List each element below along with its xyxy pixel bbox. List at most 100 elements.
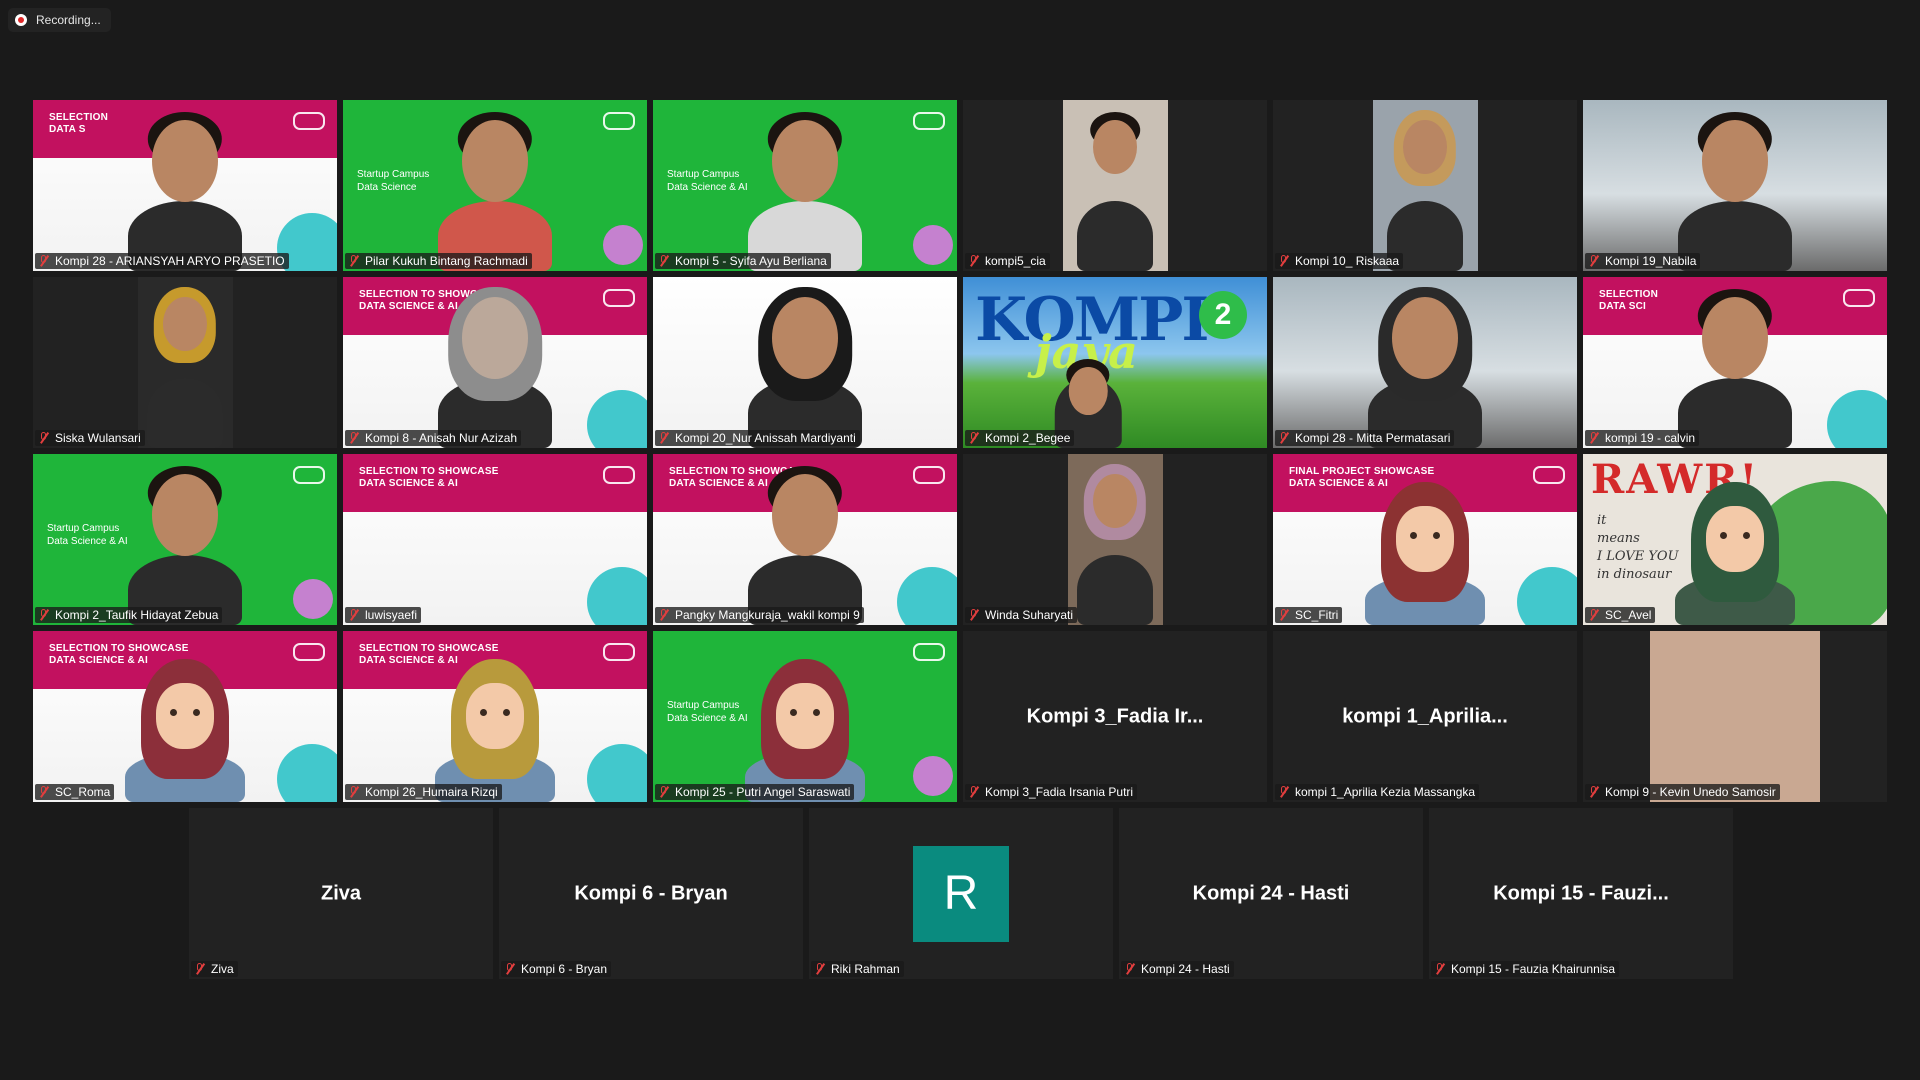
participant-name: SC_Avel bbox=[1605, 608, 1652, 622]
participant-tile[interactable]: Kompi 15 - Fauzi... Kompi 15 - Fauzia Kha… bbox=[1429, 808, 1733, 979]
decorative-blob bbox=[913, 756, 953, 796]
muted-mic-icon bbox=[657, 785, 671, 799]
startup-campus-logo bbox=[293, 466, 325, 484]
slide-text: Startup Campus Data Science & AI bbox=[47, 523, 128, 547]
slide-banner-text: SELECTION DATA SCI bbox=[1599, 289, 1659, 312]
startup-campus-logo bbox=[913, 643, 945, 661]
participant-name: Kompi 2_Begee bbox=[985, 431, 1071, 445]
participant-name-label: Kompi 19_Nabila bbox=[1585, 253, 1701, 269]
participant-tile[interactable]: Kompi 10_ Riskaaa bbox=[1273, 100, 1577, 271]
participant-tile[interactable]: Ziva Ziva bbox=[189, 808, 493, 979]
participant-tile[interactable]: SELECTION TO SHOWCASE DATA SCIENCE & AI S… bbox=[33, 631, 337, 802]
person-head bbox=[1403, 120, 1447, 175]
participant-tile[interactable]: SELECTION DATA SCI kompi 19 - calvin bbox=[1583, 277, 1887, 448]
participant-name: Kompi 5 - Syifa Ayu Berliana bbox=[675, 254, 827, 268]
participant-name: Kompi 25 - Putri Angel Saraswati bbox=[675, 785, 851, 799]
participant-tile[interactable]: Siska Wulansari bbox=[33, 277, 337, 448]
decorative-blob bbox=[293, 579, 333, 619]
avatar-eye-left bbox=[1720, 532, 1727, 539]
muted-mic-icon bbox=[503, 962, 517, 976]
participant-tile[interactable]: Kompi 28 - Mitta Permatasari bbox=[1273, 277, 1577, 448]
participant-tile[interactable]: Kompi 3_Fadia Ir... Kompi 3_Fadia Irsania… bbox=[963, 631, 1267, 802]
participant-name: Kompi 9 - Kevin Unedo Samosir bbox=[1605, 785, 1776, 799]
participant-tile[interactable]: FINAL PROJECT SHOWCASE DATA SCIENCE & AI… bbox=[1273, 454, 1577, 625]
participant-display-name: Kompi 6 - Bryan bbox=[574, 882, 728, 904]
memoji-avatar bbox=[1675, 454, 1795, 625]
participant-video-person bbox=[745, 100, 865, 271]
muted-mic-icon bbox=[1587, 785, 1601, 799]
participant-name: kompi 19 - calvin bbox=[1605, 431, 1696, 445]
slide-text: Startup Campus Data Science & AI bbox=[667, 700, 748, 724]
participant-name-label: Kompi 28 - Mitta Permatasari bbox=[1275, 430, 1455, 446]
participant-tile[interactable]: SELECTION DATA S Kompi 28 - ARIANSYAH ARY… bbox=[33, 100, 337, 271]
participant-display-name: Ziva bbox=[320, 882, 362, 904]
recording-label: Recording... bbox=[36, 13, 101, 27]
participant-tile[interactable]: Kompi 9 - Kevin Unedo Samosir bbox=[1583, 631, 1887, 802]
person-body bbox=[147, 378, 223, 448]
background-note: it means I LOVE YOU in dinosaur bbox=[1597, 513, 1679, 582]
person-head bbox=[1392, 297, 1458, 379]
avatar-face bbox=[1706, 506, 1764, 572]
muted-mic-icon bbox=[657, 431, 671, 445]
startup-campus-logo bbox=[603, 112, 635, 130]
avatar-eye-right bbox=[813, 709, 820, 716]
participant-tile[interactable]: Startup Campus Data Science & AI Kompi 5 … bbox=[653, 100, 957, 271]
participant-tile[interactable]: SELECTION TO SHOWCASE DATA SCIENCE & AIK… bbox=[343, 631, 647, 802]
participant-video-person bbox=[1075, 100, 1155, 271]
participant-name: Kompi 24 - Hasti bbox=[1141, 962, 1230, 976]
participant-tile[interactable]: kompi5_cia bbox=[963, 100, 1267, 271]
participant-name-label: Kompi 9 - Kevin Unedo Samosir bbox=[1585, 784, 1780, 800]
muted-mic-icon bbox=[37, 254, 51, 268]
participant-name-label: luwisyaefi bbox=[345, 607, 422, 623]
participant-name-label: Kompi 28 - ARIANSYAH ARYO PRASETIO bbox=[35, 253, 289, 269]
memoji-avatar bbox=[1365, 454, 1485, 625]
participant-tile[interactable]: SELECTION TO SHOWCASE DATA SCIENCE & AI P… bbox=[653, 454, 957, 625]
participant-tile[interactable]: Kompi 24 - Hasti Kompi 24 - Hasti bbox=[1119, 808, 1423, 979]
participant-video-person bbox=[125, 100, 245, 271]
avatar-eye-left bbox=[790, 709, 797, 716]
participant-tile[interactable]: RAWR! it means I LOVE YOU in dinosaur SC_A… bbox=[1583, 454, 1887, 625]
avatar-eye-right bbox=[193, 709, 200, 716]
participant-tile[interactable]: Kompi 20_Nur Anissah Mardiyanti bbox=[653, 277, 957, 448]
person-head bbox=[152, 474, 218, 556]
participant-name: Kompi 20_Nur Anissah Mardiyanti bbox=[675, 431, 856, 445]
participant-name: Kompi 8 - Anisah Nur Azizah bbox=[365, 431, 518, 445]
participant-tile[interactable]: SELECTION TO SHOWCASE DATA SCIENCE & AI l… bbox=[343, 454, 647, 625]
background-number-badge: 2 bbox=[1199, 291, 1247, 339]
participant-name-label: Kompi 2_Taufik Hidayat Zebua bbox=[35, 607, 223, 623]
person-head bbox=[1093, 120, 1137, 175]
muted-mic-icon bbox=[37, 431, 51, 445]
participant-name-label: Kompi 20_Nur Anissah Mardiyanti bbox=[655, 430, 860, 446]
participant-name: Pilar Kukuh Bintang Rachmadi bbox=[365, 254, 528, 268]
person-head bbox=[1068, 367, 1108, 415]
participant-tile[interactable]: R Riki Rahman bbox=[809, 808, 1113, 979]
slide-text: Startup Campus Data Science bbox=[357, 169, 430, 193]
person-body bbox=[1077, 555, 1153, 625]
muted-mic-icon bbox=[657, 254, 671, 268]
participant-tile[interactable]: Kompi 6 - Bryan Kompi 6 - Bryan bbox=[499, 808, 803, 979]
participant-name-label: SC_Avel bbox=[1585, 607, 1656, 623]
portrait-video-frame bbox=[1650, 631, 1820, 802]
muted-mic-icon bbox=[193, 962, 207, 976]
participant-name: kompi 1_Aprilia Kezia Massangka bbox=[1295, 785, 1476, 799]
recording-indicator[interactable]: Recording... bbox=[8, 8, 111, 32]
participant-name-label: Pangky Mangkuraja_wakil kompi 9 bbox=[655, 607, 864, 623]
participant-tile[interactable]: Kompi 19_Nabila bbox=[1583, 100, 1887, 271]
participant-name: Kompi 15 - Fauzia Khairunnisa bbox=[1451, 962, 1616, 976]
participant-tile[interactable]: SELECTION TO SHOWCASE DATA SCIENCE & AIK… bbox=[343, 277, 647, 448]
participant-video-person bbox=[1385, 100, 1465, 271]
person-head bbox=[152, 120, 218, 202]
participant-tile[interactable]: Startup Campus Data Science & AI Kompi 25… bbox=[653, 631, 957, 802]
person-head bbox=[1093, 474, 1137, 529]
participant-tile[interactable]: Startup Campus Data Science & AI Kompi 2_… bbox=[33, 454, 337, 625]
startup-campus-logo bbox=[293, 112, 325, 130]
muted-mic-icon bbox=[967, 254, 981, 268]
participant-name-label: Kompi 26_Humaira Rizqi bbox=[345, 784, 502, 800]
participant-tile[interactable]: kompi 1_Aprilia... kompi 1_Aprilia Kezia … bbox=[1273, 631, 1577, 802]
participant-tile[interactable]: Startup Campus Data Science Pilar Kukuh B… bbox=[343, 100, 647, 271]
participant-video-person bbox=[1675, 100, 1795, 271]
muted-mic-icon bbox=[1433, 962, 1447, 976]
participant-tile[interactable]: KOMPI jaya 2 Kompi 2_Begee bbox=[963, 277, 1267, 448]
participant-tile[interactable]: Winda Suharyati bbox=[963, 454, 1267, 625]
startup-campus-logo bbox=[603, 643, 635, 661]
